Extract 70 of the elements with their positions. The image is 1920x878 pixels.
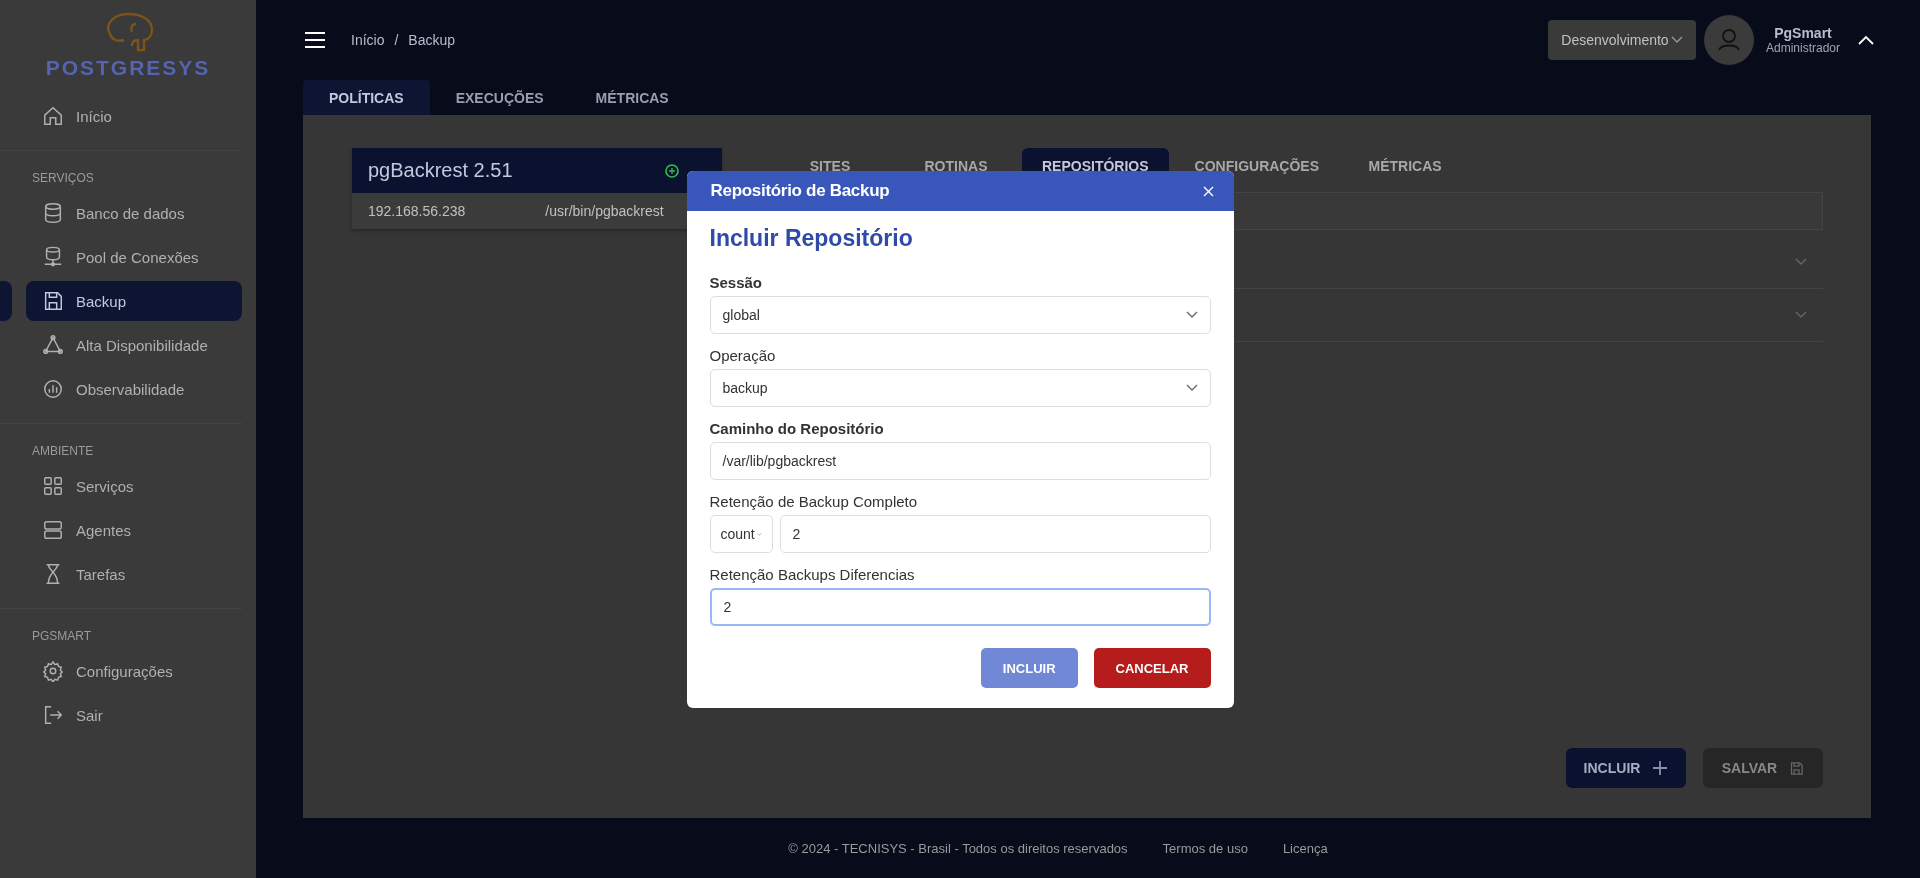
triangle-nodes-icon (42, 334, 64, 356)
tab[interactable]: ROTINAS (896, 148, 1016, 184)
input-field[interactable]: 2 (709, 588, 1211, 626)
chevron-down-icon (1795, 258, 1807, 266)
sidebar-item[interactable]: Serviços (26, 466, 242, 506)
breadcrumb-link[interactable]: Backup (408, 32, 456, 48)
binary-path: /usr/bin/pgbackrest (545, 203, 664, 219)
dialog-title: Repositório de Backup (710, 181, 890, 201)
chevron-up-icon[interactable] (1858, 35, 1874, 45)
select-field[interactable]: global (709, 296, 1211, 334)
tab[interactable]: POLÍTICAS (303, 80, 430, 115)
user-role: Administrador (1765, 41, 1840, 55)
section-heading: SERVIÇOS (31, 170, 95, 187)
field-label: Retenção de Backup Completo (709, 493, 919, 510)
logout-icon (42, 704, 64, 726)
sidebar-item[interactable]: Tarefas (26, 554, 242, 594)
select-field[interactable]: backup (709, 369, 1211, 407)
breadcrumb-separator: / (394, 32, 399, 48)
sidebar-item[interactable]: Banco de dados (26, 193, 242, 233)
tab[interactable]: EXECUÇÕES (429, 80, 570, 115)
input-field[interactable]: /var/lib/pgbackrest (709, 442, 1211, 480)
copyright-text: © 2024 - TECNISYS - Brasil - Todos os direitos reservados (788, 840, 1128, 856)
sidebar-item[interactable]: Alta Disponibilidade (26, 325, 242, 365)
active-indicator (0, 281, 12, 321)
environment-dropdown[interactable]: Desenvolvimento (1547, 20, 1696, 60)
plus-icon (1652, 760, 1669, 776)
status-icon (665, 163, 679, 178)
grid-icon (42, 475, 64, 497)
action-button[interactable]: INCLUIR (1566, 748, 1686, 788)
sidebar-item[interactable]: Início (26, 96, 242, 136)
dialog-button[interactable]: CANCELAR (1093, 648, 1211, 688)
bar-chart-circle-icon (42, 378, 64, 400)
logo-wordmark: POSTGRESYS (45, 56, 211, 80)
form-heading: Incluir Repositório (709, 225, 914, 252)
input-field[interactable]: 2 (779, 515, 1211, 553)
field-label: Sessão (709, 274, 764, 291)
tab[interactable]: MÉTRICAS (1345, 148, 1466, 184)
field-label: Retenção Backups Diferencias (709, 566, 916, 583)
footer-link[interactable]: Licença (1282, 840, 1328, 856)
card-title: pgBackrest 2.51 (368, 159, 513, 182)
sidebar-item[interactable]: Sair (26, 695, 242, 735)
close-icon[interactable] (1202, 185, 1214, 197)
sidebar-item[interactable]: Backup (26, 281, 242, 321)
chevron-down-icon (1185, 311, 1198, 319)
database-icon (42, 202, 64, 224)
sidebar-item[interactable]: Observabilidade (26, 369, 242, 409)
menu-icon[interactable] (305, 32, 325, 48)
unit-select[interactable]: count (709, 515, 773, 553)
section-heading: PGSMART (31, 628, 93, 645)
host-address: 192.168.56.238 (368, 203, 466, 219)
database-network-icon (42, 246, 64, 268)
chevron-down-icon (756, 530, 762, 538)
user-name: PgSmart (1774, 25, 1832, 41)
sidebar-item[interactable]: Agentes (26, 510, 242, 550)
sidebar-item[interactable]: Configurações (26, 651, 242, 691)
breadcrumb-link[interactable]: Início (351, 32, 385, 48)
field-label: Operação (709, 347, 777, 364)
settings-icon (42, 660, 64, 682)
section-heading: AMBIENTE (31, 443, 95, 460)
server-icon (42, 519, 64, 541)
field-label: Caminho do Repositório (709, 420, 885, 437)
tab[interactable]: SITES (770, 148, 890, 184)
sidebar-item[interactable]: Pool de Conexões (26, 237, 242, 277)
home-icon (42, 105, 64, 127)
tab[interactable]: CONFIGURAÇÕES (1174, 148, 1340, 184)
chevron-down-icon (1795, 311, 1807, 319)
chevron-down-icon (1670, 36, 1683, 44)
footer-link[interactable]: Termos de uso (1162, 840, 1248, 856)
chevron-down-icon (1185, 384, 1198, 392)
tab[interactable]: MÉTRICAS (569, 80, 695, 115)
